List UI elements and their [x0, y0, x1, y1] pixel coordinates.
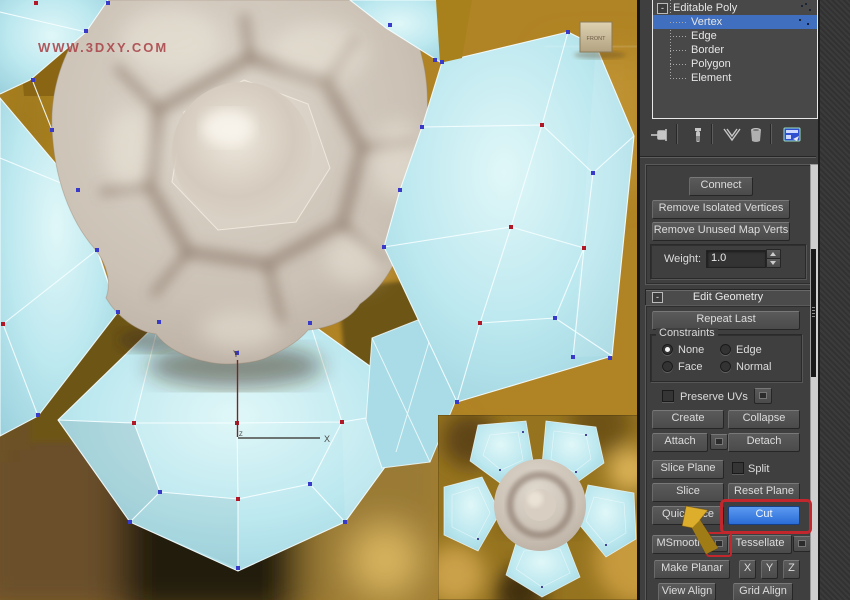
- axis-z-label: Z: [239, 432, 243, 438]
- watermark: WWW.3DXY.COM: [38, 40, 168, 55]
- modifier-stack: - Editable Poly Vertex Edge Border Polyg…: [652, 0, 818, 119]
- tree-dash: [670, 64, 688, 65]
- spinner-down-icon[interactable]: [766, 258, 781, 268]
- stack-item-polygon[interactable]: Polygon: [653, 57, 817, 71]
- constraint-edge-label[interactable]: Edge: [736, 344, 762, 356]
- tree-dash: [670, 78, 688, 79]
- panel-right-strip: [818, 0, 850, 600]
- planar-z-button[interactable]: Z: [783, 560, 800, 579]
- viewport-render: Y X Z WWW.3DXY.COM FRONT: [0, 0, 640, 600]
- preserve-uvs-settings-button[interactable]: [754, 388, 772, 404]
- edit-geometry-header[interactable]: - Edit Geometry: [645, 289, 811, 306]
- stack-toolbar: [640, 122, 816, 150]
- collapse-button[interactable]: Collapse: [728, 410, 800, 429]
- panel-divider: [640, 156, 816, 158]
- stack-item-editable-poly[interactable]: - Editable Poly: [653, 1, 817, 15]
- tessellate-settings-button[interactable]: [793, 536, 811, 552]
- toolbar-separator: [770, 124, 771, 144]
- collapse-icon[interactable]: -: [652, 292, 663, 303]
- attach-button[interactable]: Attach: [652, 433, 708, 452]
- connect-button[interactable]: Connect: [689, 177, 753, 196]
- preserve-uvs-checkbox[interactable]: [662, 390, 674, 402]
- tree-dash: [670, 50, 688, 51]
- attach-settings-button[interactable]: [710, 434, 728, 450]
- constraint-none-label[interactable]: None: [678, 344, 704, 356]
- toolbar-separator: [711, 124, 712, 144]
- weight-spinner[interactable]: [766, 249, 779, 267]
- create-button[interactable]: Create: [652, 410, 724, 429]
- constraints-group: [650, 334, 802, 382]
- pin-stack-icon[interactable]: [650, 125, 670, 148]
- constraints-label: Constraints: [656, 328, 718, 339]
- weight-label: Weight:: [664, 253, 701, 265]
- view-align-button[interactable]: View Align: [658, 583, 716, 600]
- collapse-icon[interactable]: -: [657, 3, 668, 14]
- arrow-annotation: [678, 498, 722, 556]
- constraint-normal-label[interactable]: Normal: [736, 361, 771, 373]
- axis-x-label: X: [324, 434, 330, 444]
- make-unique-icon[interactable]: [722, 125, 744, 148]
- stack-item-edge[interactable]: Edge: [653, 29, 817, 43]
- command-panel: - Editable Poly Vertex Edge Border Polyg…: [640, 0, 850, 600]
- tree-dash: [670, 22, 688, 23]
- configure-modifier-sets-icon[interactable]: [782, 125, 804, 148]
- remove-unused-map-verts-button[interactable]: Remove Unused Map Verts: [652, 222, 790, 241]
- split-checkbox[interactable]: [732, 462, 744, 474]
- weight-field[interactable]: 1.0: [706, 250, 766, 268]
- constraint-face-label[interactable]: Face: [678, 361, 702, 373]
- scrollbar-grip: [812, 307, 815, 317]
- scrollbar-thumb[interactable]: [811, 249, 816, 377]
- view-cube-label: FRONT: [587, 36, 607, 42]
- 3ds-max-screenshot: Y X Z WWW.3DXY.COM FRONT: [0, 0, 850, 600]
- constraint-none-radio[interactable]: [662, 344, 673, 355]
- grid-align-button[interactable]: Grid Align: [733, 583, 793, 600]
- constraint-edge-radio[interactable]: [720, 344, 731, 355]
- stack-glint: [801, 5, 803, 7]
- preserve-uvs-label[interactable]: Preserve UVs: [680, 391, 748, 403]
- stack-item-vertex[interactable]: Vertex: [653, 15, 817, 29]
- split-label[interactable]: Split: [748, 463, 769, 475]
- tessellate-button[interactable]: Tessellate: [728, 535, 792, 554]
- stack-item-element[interactable]: Element: [653, 71, 817, 85]
- make-planar-button[interactable]: Make Planar: [654, 560, 730, 579]
- stack-item-border[interactable]: Border: [653, 43, 817, 57]
- slice-plane-button[interactable]: Slice Plane: [652, 460, 724, 479]
- show-end-result-icon[interactable]: [688, 125, 708, 148]
- constraint-normal-radio[interactable]: [720, 361, 731, 372]
- planar-x-button[interactable]: X: [739, 560, 756, 579]
- detach-button[interactable]: Detach: [728, 433, 800, 452]
- constraint-face-radio[interactable]: [662, 361, 673, 372]
- cut-button[interactable]: Cut: [728, 506, 800, 525]
- viewport-3d[interactable]: Y X Z WWW.3DXY.COM FRONT: [0, 0, 640, 600]
- reset-plane-button[interactable]: Reset Plane: [728, 483, 800, 502]
- tree-dash: [670, 36, 688, 37]
- axis-y-label: Y: [233, 349, 239, 359]
- stack-glint: [799, 19, 801, 21]
- reference-inset: [425, 395, 640, 600]
- remove-modifier-icon[interactable]: [746, 125, 766, 148]
- remove-isolated-vertices-button[interactable]: Remove Isolated Vertices: [652, 200, 790, 219]
- toolbar-separator: [676, 124, 677, 144]
- planar-y-button[interactable]: Y: [761, 560, 778, 579]
